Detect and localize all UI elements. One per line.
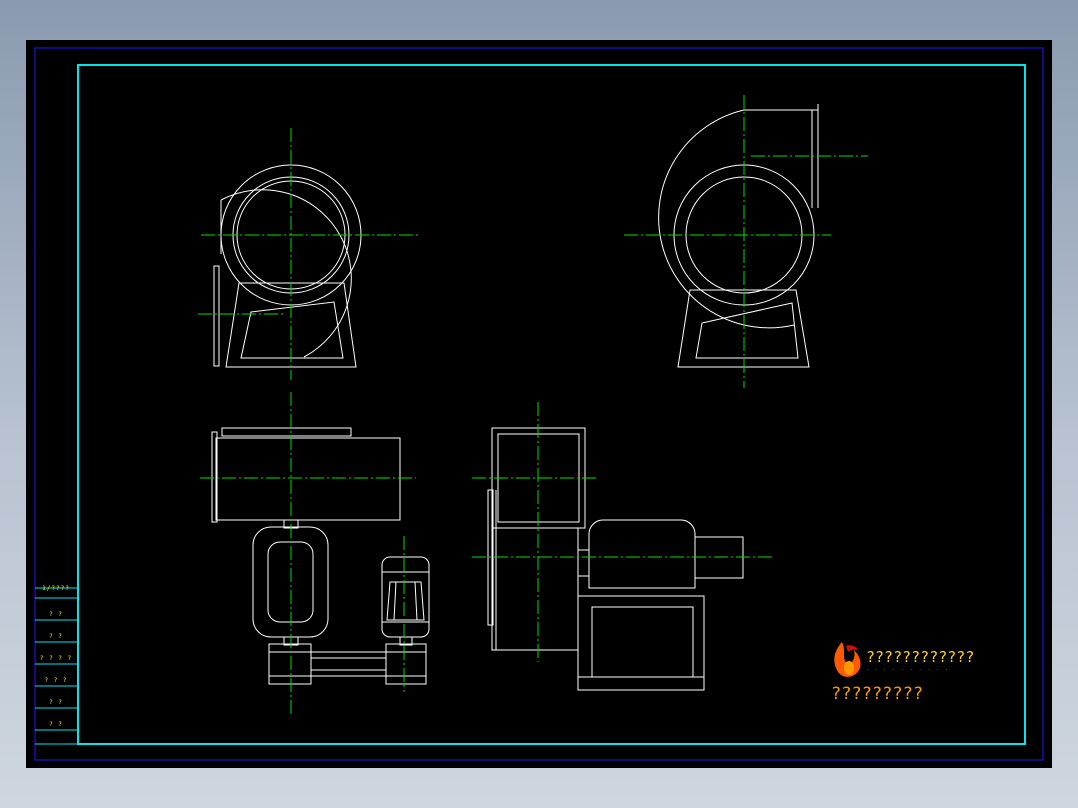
- watermark-site-name: ?????????: [831, 684, 924, 704]
- title-cell-5: ? ? ?: [44, 677, 68, 684]
- side-view-centerlines: [624, 95, 868, 388]
- watermark-company-subtitle: · · · · · · · · · ·: [866, 667, 950, 672]
- cad-viewport[interactable]: 1/???? ? ? ? ? ? ? ? ? ? ? ? ? ? ? ? ???…: [26, 40, 1052, 768]
- title-cell-7: ? ?: [49, 721, 63, 728]
- title-cell-4: ? ? ? ?: [39, 655, 73, 662]
- rear-view-centerlines: [472, 402, 772, 662]
- inner-frame: [77, 64, 1026, 745]
- rear-view: [487, 427, 744, 691]
- title-cell-6: ? ?: [49, 699, 63, 706]
- top-view-centerlines: [200, 392, 416, 716]
- top-view: [211, 427, 430, 685]
- flame-logo-icon: [834, 642, 861, 677]
- title-cell-3: ? ?: [49, 633, 63, 640]
- watermark-company-name: ????????????: [866, 648, 975, 666]
- title-cell-1: 1/????: [42, 585, 70, 592]
- front-view-centerlines: [198, 128, 418, 380]
- front-view: [213, 164, 362, 368]
- title-cell-2: ? ?: [49, 611, 63, 618]
